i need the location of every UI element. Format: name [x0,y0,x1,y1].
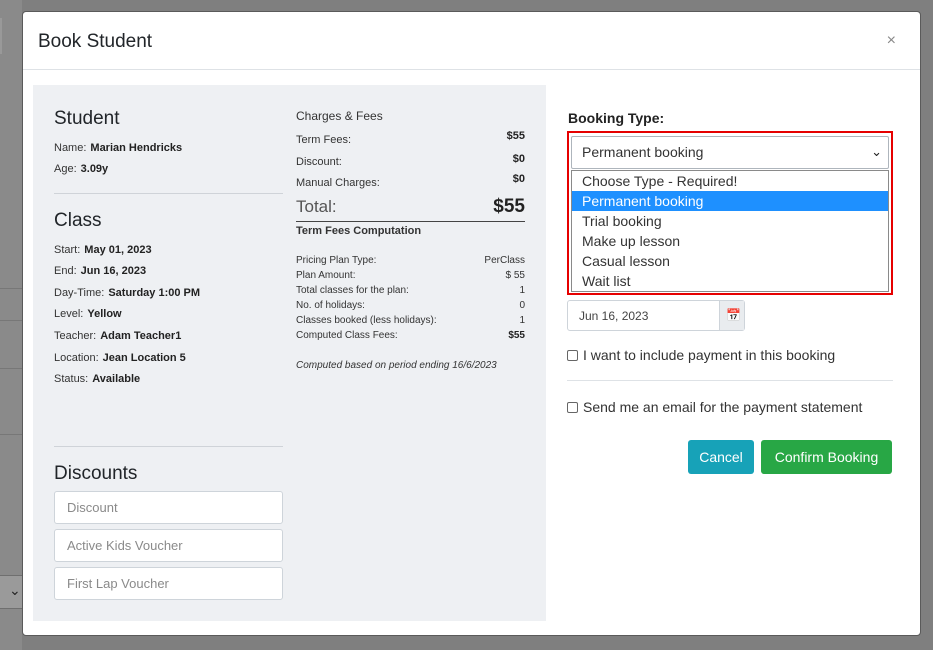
email-statement-label: Send me an email for the payment stateme… [583,399,863,415]
include-payment-row[interactable]: I want to include payment in this bookin… [567,347,835,363]
class-location: Location: Jean Location 5 [54,352,186,364]
option-choose-type[interactable]: Choose Type - Required! [572,171,888,191]
computation-row: Computed Class Fees: $55 [296,330,525,341]
chevron-down-icon: ⌄ [871,144,882,159]
option-trial-booking[interactable]: Trial booking [572,211,888,231]
student-age: Age: 3.09y [54,163,109,175]
computation-row: Classes booked (less holidays): 1 [296,315,525,326]
discount-field[interactable] [54,491,283,524]
computation-row: Total classes for the plan: 1 [296,285,525,296]
charges-heading: Charges & Fees [296,109,383,123]
backdrop-element [0,18,2,54]
class-start: Start: May 01, 2023 [54,244,152,256]
computation-row: No. of holidays: 0 [296,300,525,311]
computation-row: Pricing Plan Type: PerClass [296,255,525,266]
backdrop-divider [0,288,22,289]
divider [296,221,525,222]
email-statement-checkbox[interactable] [567,401,578,413]
first-lap-voucher-field[interactable] [54,567,283,600]
class-level: Level: Yellow [54,308,122,320]
active-kids-voucher-field[interactable] [54,529,283,562]
divider [54,193,283,194]
class-day-time: Day-Time: Saturday 1:00 PM [54,287,201,299]
discount-row: Discount: $0 [296,153,525,168]
manual-charges-row: Manual Charges: $0 [296,173,525,189]
backdrop-divider [0,434,22,435]
include-payment-label: I want to include payment in this bookin… [583,347,836,363]
option-wait-list[interactable]: Wait list [572,271,888,291]
booking-type-select[interactable]: Permanent booking ⌄ [571,136,889,169]
date-field[interactable]: Jun 16, 2023 📅 [567,300,745,331]
chevron-down-icon: ⌄ [9,582,21,598]
include-payment-checkbox[interactable] [567,349,578,361]
email-statement-row[interactable]: Send me an email for the payment stateme… [567,399,862,415]
total-value: $55 [493,196,525,217]
class-heading: Class [54,210,102,231]
book-student-modal: Book Student × Student Name: Marian Hendr… [22,11,921,636]
divider [54,446,283,447]
calendar-button[interactable]: 📅 [719,301,744,330]
backdrop-divider [0,320,22,321]
option-make-up-lesson[interactable]: Make up lesson [572,231,888,251]
booking-type-selected: Permanent booking [582,144,704,160]
computation-row: Plan Amount: $ 55 [296,270,525,281]
total-label: Total: [296,197,337,216]
close-icon[interactable]: × [887,32,896,50]
modal-header: Book Student × [23,12,920,70]
divider [567,380,893,381]
date-value: Jun 16, 2023 [579,309,649,323]
student-name: Name: Marian Hendricks [54,142,183,154]
computation-heading: Term Fees Computation [296,225,422,237]
term-fees-row: Term Fees: $55 [296,130,525,146]
class-status: Status: Available [54,373,141,385]
backdrop-select: ⌄ [0,575,22,609]
class-teacher: Teacher: Adam Teacher1 [54,330,182,342]
backdrop [0,0,22,650]
confirm-booking-button[interactable]: Confirm Booking [761,440,892,474]
charges-column: Charges & Fees Term Fees: $55 Discount: $0… [296,85,525,621]
calendar-icon: 📅 [726,308,741,322]
option-permanent-booking[interactable]: Permanent booking [572,191,888,211]
student-heading: Student [54,108,120,129]
booking-type-label: Booking Type: [568,110,665,126]
student-class-column: Student Name: Marian Hendricks Age: 3.09y … [54,85,283,621]
class-end: End: Jun 16, 2023 [54,265,147,277]
booking-type-options: Choose Type - Required! Permanent bookin… [571,170,889,292]
computation-note: Computed based on period ending 16/6/202… [296,360,497,371]
modal-title: Book Student [38,31,153,52]
summary-panel: Student Name: Marian Hendricks Age: 3.09y … [33,85,546,621]
backdrop-divider [0,368,22,369]
option-casual-lesson[interactable]: Casual lesson [572,251,888,271]
discounts-heading: Discounts [54,463,138,484]
cancel-button[interactable]: Cancel [688,440,754,474]
